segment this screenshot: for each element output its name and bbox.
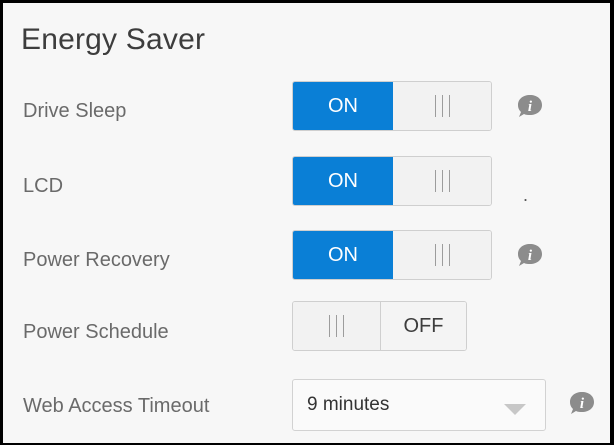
- toggle-off-label: OFF: [381, 302, 466, 350]
- grip-lines-icon: [393, 231, 491, 279]
- info-icon[interactable]: i: [517, 243, 543, 267]
- drive-sleep-label: Drive Sleep: [23, 100, 127, 122]
- power-recovery-label: Power Recovery: [23, 249, 170, 271]
- power-schedule-toggle[interactable]: OFF: [292, 301, 467, 351]
- energy-saver-panel: Energy Saver Drive Sleep ON i LCD ON . P…: [2, 2, 611, 444]
- power-schedule-label: Power Schedule: [23, 321, 169, 343]
- lcd-note: .: [523, 185, 529, 205]
- lcd-toggle[interactable]: ON: [292, 156, 492, 206]
- toggle-on-label: ON: [293, 82, 393, 130]
- toggle-on-label: ON: [293, 231, 393, 279]
- power-recovery-toggle[interactable]: ON: [292, 230, 492, 280]
- lcd-label: LCD: [23, 175, 64, 197]
- info-icon[interactable]: i: [517, 94, 543, 118]
- web-access-timeout-select[interactable]: 9 minutes: [292, 379, 546, 431]
- grip-lines-icon: [293, 302, 381, 350]
- web-access-timeout-label: Web Access Timeout: [23, 395, 210, 417]
- grip-lines-icon: [393, 82, 491, 130]
- info-icon[interactable]: i: [569, 391, 595, 415]
- chevron-down-icon: [504, 404, 526, 415]
- select-value: 9 minutes: [307, 394, 390, 415]
- grip-lines-icon: [393, 157, 491, 205]
- page-title: Energy Saver: [21, 23, 206, 56]
- toggle-on-label: ON: [293, 157, 393, 205]
- drive-sleep-toggle[interactable]: ON: [292, 81, 492, 131]
